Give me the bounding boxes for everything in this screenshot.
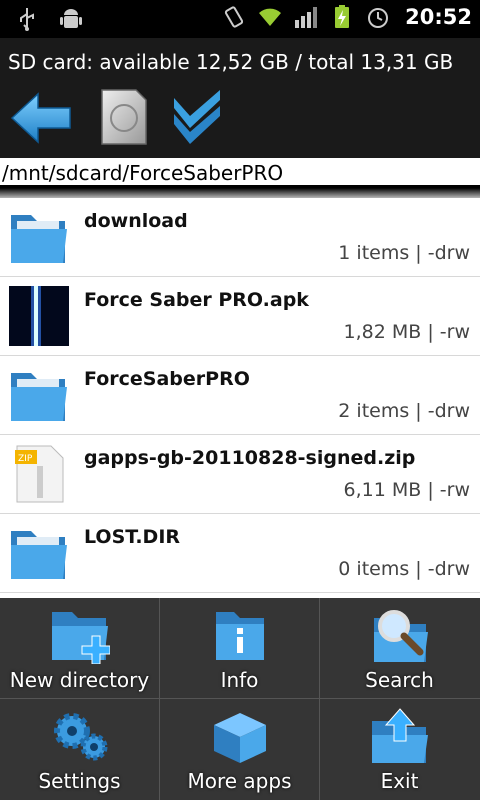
search-icon	[373, 610, 428, 662]
file-meta: 1,82 MB | -rw	[343, 321, 470, 343]
list-item[interactable]: Force Saber PRO.apk 1,82 MB | -rw	[0, 277, 480, 356]
file-list: download 1 items | -drw Force Saber PRO.…	[0, 198, 480, 593]
options-menu: New directory Info Search Settings More …	[0, 598, 480, 800]
folder-icon	[11, 373, 67, 421]
file-meta: 1 items | -drw	[338, 242, 470, 264]
menu-item-label: New directory	[9, 668, 150, 692]
file-name: gapps-gb-20110828-signed.zip	[84, 447, 416, 469]
menu-item-label: Info	[220, 668, 259, 692]
file-name: download	[84, 210, 188, 232]
status-bar: 20:52	[0, 0, 480, 38]
folder-icon	[11, 531, 67, 579]
folder-icon	[11, 215, 67, 263]
info-button[interactable]: Info	[160, 598, 319, 698]
box-icon	[213, 713, 266, 763]
battery-charging-icon	[335, 5, 350, 28]
svg-text:ZIP: ZIP	[18, 454, 33, 464]
file-meta: 2 items | -drw	[338, 400, 470, 422]
exit-button[interactable]: Exit	[320, 699, 479, 799]
list-item[interactable]: ForceSaberPRO 2 items | -drw	[0, 356, 480, 435]
zip-file-icon: ZIP	[15, 445, 64, 503]
new-folder-icon	[51, 612, 110, 664]
file-name: LOST.DIR	[84, 526, 181, 548]
signal-icon	[295, 7, 318, 28]
header: SD card: available 12,52 GB / total 13,3…	[0, 38, 480, 158]
vibrate-icon	[225, 6, 244, 28]
list-item[interactable]: ZIP gapps-gb-20110828-signed.zip 6,11 MB…	[0, 435, 480, 514]
file-name: Force Saber PRO.apk	[84, 289, 309, 311]
menu-item-label: Search	[365, 668, 434, 692]
android-debug-icon	[60, 9, 82, 28]
back-arrow-icon[interactable]	[10, 88, 72, 148]
menu-item-label: Exit	[380, 769, 419, 793]
wifi-icon	[259, 8, 282, 26]
list-item[interactable]: LOST.DIR 0 items | -drw	[0, 514, 480, 593]
sd-card-icon[interactable]	[96, 88, 150, 148]
new-directory-button[interactable]: New directory	[0, 598, 159, 698]
search-button[interactable]: Search	[320, 598, 479, 698]
list-item[interactable]: download 1 items | -drw	[0, 198, 480, 277]
gears-icon	[53, 713, 107, 761]
menu-item-label: More apps	[187, 769, 292, 793]
menu-item-label: Settings	[38, 769, 121, 793]
settings-button[interactable]: Settings	[0, 699, 159, 799]
alarm-icon	[368, 8, 389, 28]
file-name: ForceSaberPRO	[84, 368, 250, 390]
file-meta: 6,11 MB | -rw	[343, 479, 470, 501]
info-icon	[215, 612, 264, 660]
storage-info: SD card: available 12,52 GB / total 13,3…	[8, 50, 454, 74]
apk-thumbnail-icon	[9, 286, 69, 346]
multi-select-check-icon[interactable]	[170, 88, 224, 148]
file-meta: 0 items | -drw	[338, 558, 470, 580]
usb-icon	[20, 8, 34, 31]
exit-folder-icon	[371, 708, 428, 763]
clock: 20:52	[405, 5, 472, 29]
current-path: /mnt/sdcard/ForceSaberPRO	[0, 158, 480, 188]
more-apps-button[interactable]: More apps	[160, 699, 319, 799]
